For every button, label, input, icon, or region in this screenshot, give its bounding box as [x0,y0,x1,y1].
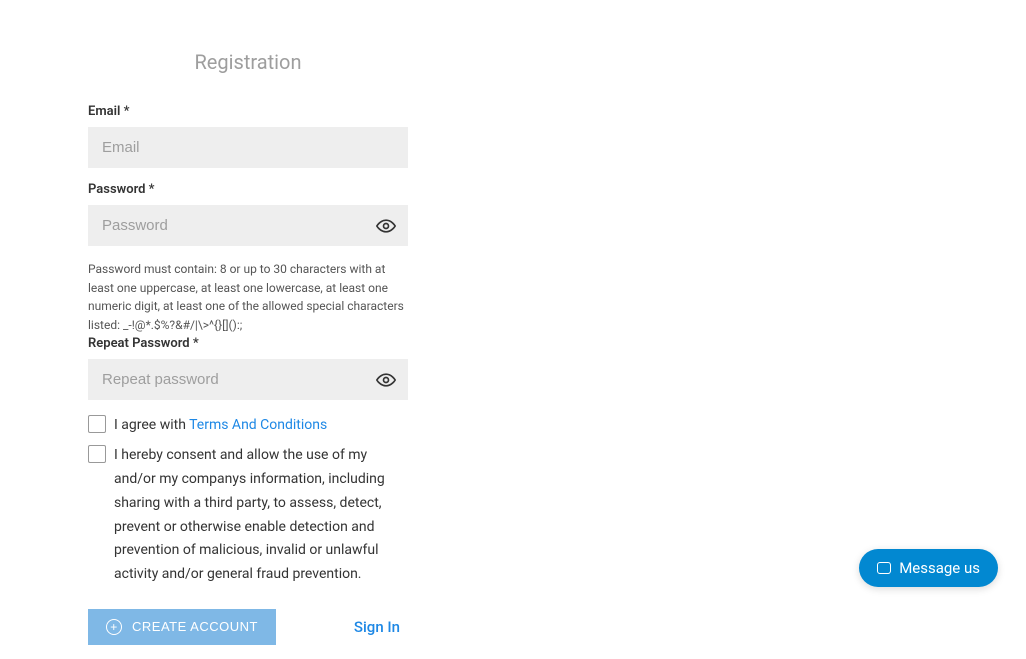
password-label: Password * [88,182,408,197]
repeat-password-input-wrapper [88,359,408,400]
message-us-label: Message us [899,559,980,577]
button-row: + CREATE ACCOUNT Sign In [88,609,408,645]
password-hint: Password must contain: 8 or up to 30 cha… [88,260,408,334]
consent-checkbox-row: I hereby consent and allow the use of my… [88,444,408,587]
checkboxes-section: I agree with Terms And Conditions I here… [88,414,408,587]
email-input-wrapper [88,127,408,168]
terms-checkbox-row: I agree with Terms And Conditions [88,414,408,438]
consent-checkbox[interactable] [88,445,106,463]
terms-label: I agree with Terms And Conditions [114,414,327,438]
eye-icon[interactable] [376,370,396,390]
email-label: Email * [88,104,408,119]
repeat-password-input[interactable] [88,359,408,400]
terms-link[interactable]: Terms And Conditions [189,417,327,433]
page-title: Registration [88,50,408,74]
message-us-widget[interactable]: Message us [859,549,998,587]
consent-label: I hereby consent and allow the use of my… [114,444,408,587]
email-input[interactable] [88,127,408,168]
password-input-wrapper [88,205,408,246]
sign-in-link[interactable]: Sign In [354,618,400,636]
create-account-button[interactable]: + CREATE ACCOUNT [88,609,276,645]
create-account-label: CREATE ACCOUNT [132,619,258,634]
password-input[interactable] [88,205,408,246]
terms-checkbox[interactable] [88,415,106,433]
registration-form: Registration Email * Password * Password… [88,0,408,645]
plus-circle-icon: + [106,619,122,635]
chat-icon [877,562,891,574]
eye-icon[interactable] [376,216,396,236]
terms-prefix: I agree with [114,417,189,433]
repeat-password-label: Repeat Password * [88,336,408,351]
